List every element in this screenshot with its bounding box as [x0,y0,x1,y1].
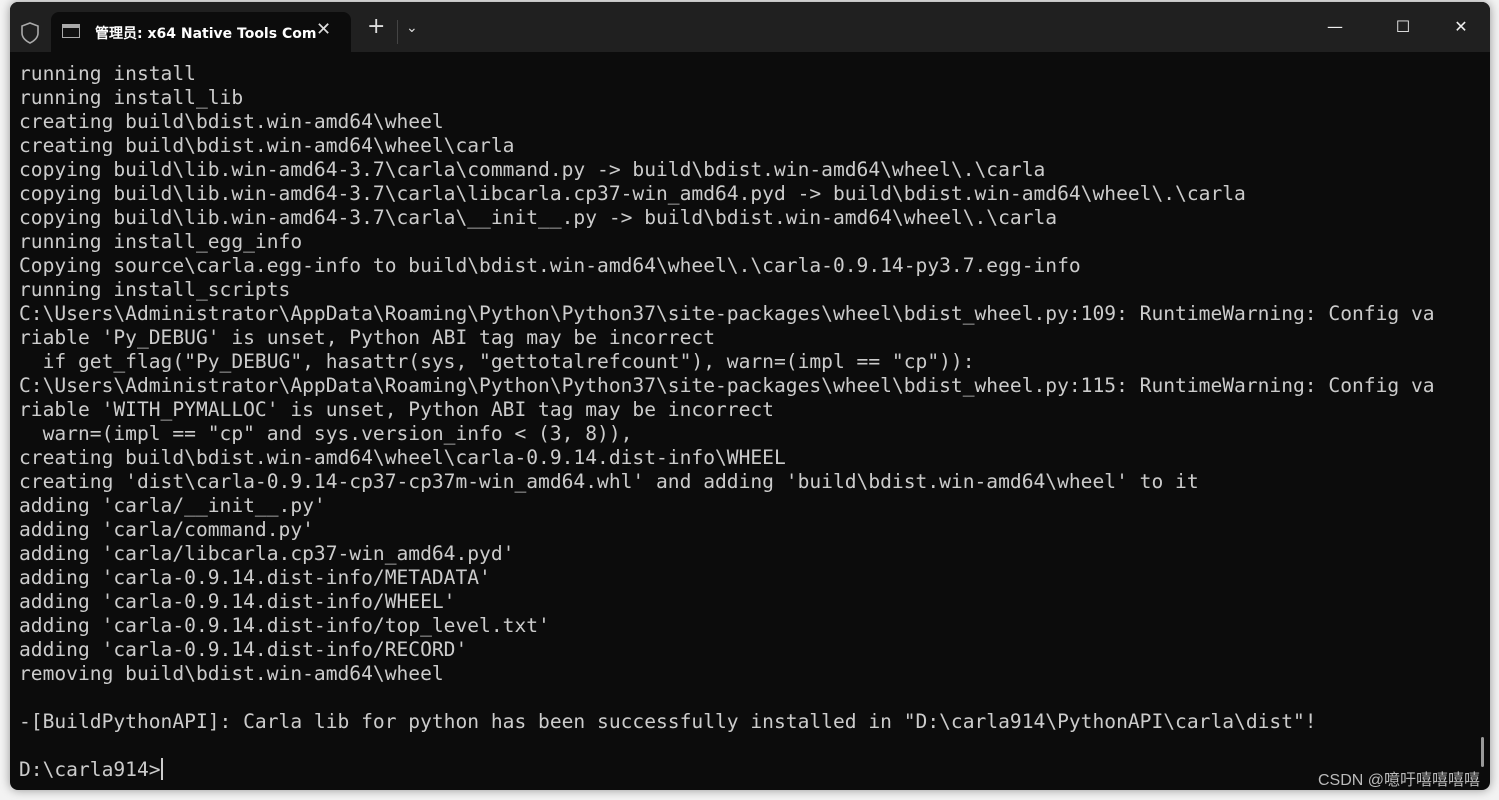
terminal-line: riable 'WITH_PYMALLOC' is unset, Python … [19,398,774,421]
title-bar: 管理员: x64 Native Tools Com ✕ + ⌄ — ☐ ✕ [10,2,1490,52]
terminal-line: adding 'carla-0.9.14.dist-info/RECORD' [19,638,468,661]
terminal-line: copying build\lib.win-amd64-3.7\carla\co… [19,158,1046,181]
scrollbar[interactable] [1481,737,1484,767]
tab-title: 管理员: x64 Native Tools Com [95,26,317,42]
text-cursor [160,758,163,780]
terminal-line: adding 'carla/__init__.py' [19,494,326,517]
terminal-line: creating 'dist\carla-0.9.14-cp37-cp37m-w… [19,470,1199,493]
terminal-output[interactable]: running install running install_lib creati… [19,62,1480,781]
close-tab-icon[interactable]: ✕ [316,19,331,40]
terminal-line: running install_lib [19,86,244,109]
terminal-line: adding 'carla-0.9.14.dist-info/METADATA' [19,566,491,589]
terminal-line: copying build\lib.win-amd64-3.7\carla\li… [19,182,1246,205]
watermark: CSDN @噫吁嘻嘻嘻嘻 [1317,772,1480,789]
terminal-line: running install_egg_info [19,230,303,253]
terminal-line: creating build\bdist.win-amd64\wheel\car… [19,134,515,157]
new-tab-button[interactable]: + [367,16,385,38]
terminal-line: Copying source\carla.egg-info to build\b… [19,254,1081,277]
close-button[interactable]: ✕ [1441,12,1481,42]
shield-icon [21,22,39,44]
terminal-line: running install_scripts [19,278,291,301]
divider [397,20,398,44]
terminal-line: running install [19,62,196,85]
maximize-button[interactable]: ☐ [1383,12,1423,42]
terminal-window: 管理员: x64 Native Tools Com ✕ + ⌄ — ☐ ✕ ru… [10,2,1490,790]
chevron-down-icon[interactable]: ⌄ [406,20,418,36]
terminal-line: if get_flag("Py_DEBUG", hasattr(sys, "ge… [19,350,975,373]
tab-terminal[interactable]: 管理员: x64 Native Tools Com ✕ [51,12,351,52]
terminal-line: adding 'carla-0.9.14.dist-info/top_level… [19,614,550,637]
terminal-line: warn=(impl == "cp" and sys.version_info … [19,422,633,445]
terminal-line: copying build\lib.win-amd64-3.7\carla\__… [19,206,1058,229]
terminal-line: adding 'carla/libcarla.cp37-win_amd64.py… [19,542,515,565]
terminal-line: creating build\bdist.win-amd64\wheel [19,110,444,133]
terminal-line: riable 'Py_DEBUG' is unset, Python ABI t… [19,326,715,349]
terminal-line: adding 'carla/command.py' [19,518,314,541]
terminal-line: C:\Users\Administrator\AppData\Roaming\P… [19,302,1435,325]
terminal-line: -[BuildPythonAPI]: Carla lib for python … [19,710,1317,733]
terminal-line: removing build\bdist.win-amd64\wheel [19,662,444,685]
terminal-line: D:\carla914> [19,758,163,781]
terminal-line: creating build\bdist.win-amd64\wheel\car… [19,446,786,469]
minimize-button[interactable]: — [1315,12,1355,42]
terminal-icon [62,24,80,38]
terminal-line: C:\Users\Administrator\AppData\Roaming\P… [19,374,1435,397]
terminal-line: adding 'carla-0.9.14.dist-info/WHEEL' [19,590,456,613]
